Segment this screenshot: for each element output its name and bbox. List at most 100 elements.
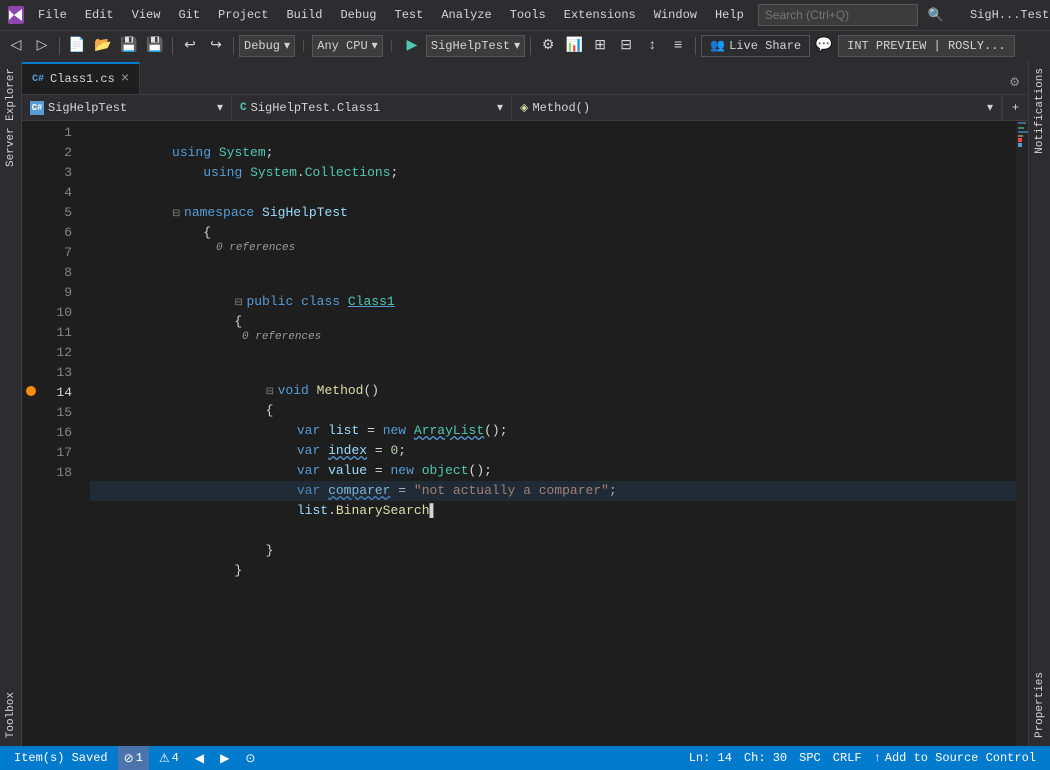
menu-test[interactable]: Test xyxy=(387,4,432,26)
error-icon: ⊘ xyxy=(124,751,134,766)
toolbar: ◁ ▷ 📄 📂 💾 💾 ↩ ↪ Debug ▾ | Any CPU ▾ | ▶ … xyxy=(0,30,1050,60)
menu-extensions[interactable]: Extensions xyxy=(556,4,644,26)
status-right: Ln: 14 Ch: 30 SPC CRLF ↑ Add to Source C… xyxy=(683,751,1042,765)
linenum-7: 7 xyxy=(40,243,82,263)
class-dropdown[interactable]: C SigHelpTest.Class1 ▾ xyxy=(232,95,512,120)
sidebar-notifications[interactable]: Notifications xyxy=(1030,60,1050,162)
live-share-button[interactable]: 👥 Live Share xyxy=(701,35,810,57)
status-errors[interactable]: ⊘ 1 xyxy=(118,746,149,770)
tab-bar: C# Class1.cs × ⚙ xyxy=(22,60,1028,95)
play-icon: ▶ xyxy=(400,34,424,58)
char-text: Ch: 30 xyxy=(744,751,787,765)
status-line-ending[interactable]: CRLF xyxy=(827,751,868,765)
forward-button[interactable]: ▷ xyxy=(30,34,54,58)
code-line-10: var list = new ArrayList(); xyxy=(90,401,1016,421)
margin-7 xyxy=(22,241,40,261)
toolbar-btn4[interactable]: ⊟ xyxy=(614,34,638,58)
code-line-17: } xyxy=(90,541,1016,561)
linenum-12: 12 xyxy=(40,343,82,363)
undo-button[interactable]: ↩ xyxy=(178,34,202,58)
nav-forward-button[interactable]: ▶ xyxy=(214,746,235,770)
menu-git[interactable]: Git xyxy=(170,4,208,26)
run-target-dropdown[interactable]: SigHelpTest ▾ xyxy=(426,35,525,57)
margin-9 xyxy=(22,281,40,301)
linenum-11: 11 xyxy=(40,323,82,343)
save-all-button[interactable]: 💾 xyxy=(143,34,167,58)
minimap-line-2 xyxy=(1018,127,1024,129)
menu-file[interactable]: File xyxy=(30,4,75,26)
status-nav-extra[interactable]: ⊙ xyxy=(239,746,261,770)
add-to-source-control-button[interactable]: ↑ Add to Source Control xyxy=(868,751,1042,765)
menu-help[interactable]: Help xyxy=(707,4,752,26)
save-button[interactable]: 💾 xyxy=(117,34,141,58)
menu-debug[interactable]: Debug xyxy=(332,4,384,26)
toolbar-btn6[interactable]: ≡ xyxy=(666,34,690,58)
menu-analyze[interactable]: Analyze xyxy=(433,4,499,26)
platform-dropdown[interactable]: Any CPU ▾ xyxy=(312,35,382,57)
code-line-7: { xyxy=(90,292,1016,312)
left-sidebar: Server Explorer Toolbox xyxy=(0,60,22,746)
nav-back-button[interactable]: ◀ xyxy=(189,746,210,770)
linenum-17: 17 xyxy=(40,443,82,463)
status-space[interactable]: SPC xyxy=(793,751,827,765)
tab-class1[interactable]: C# Class1.cs × xyxy=(22,62,140,94)
status-saved[interactable]: Item(s) Saved xyxy=(8,751,114,765)
linenum-2: 2 xyxy=(40,143,82,163)
line-text: Ln: 14 xyxy=(689,751,732,765)
menu-view[interactable]: View xyxy=(124,4,169,26)
toolbar-btn3[interactable]: ⊞ xyxy=(588,34,612,58)
space-text: SPC xyxy=(799,751,821,765)
int-preview-button[interactable]: INT PREVIEW | ROSLY... xyxy=(838,35,1014,57)
menu-build[interactable]: Build xyxy=(278,4,330,26)
line-numbers: 1 2 3 4 5 6 7 8 9 10 11 12 13 14 15 16 1… xyxy=(40,121,90,746)
menu-tools[interactable]: Tools xyxy=(502,4,554,26)
code-line-4: ⊟namespace SigHelpTest xyxy=(90,183,1016,203)
redo-button[interactable]: ↪ xyxy=(204,34,228,58)
status-line[interactable]: Ln: 14 xyxy=(683,751,738,765)
menu-project[interactable]: Project xyxy=(210,4,276,26)
linenum-13: 13 xyxy=(40,363,82,383)
code-line-9: { xyxy=(90,381,1016,401)
toolbar-feedback[interactable]: 💬 xyxy=(812,34,836,58)
status-warnings[interactable]: ⚠ 4 xyxy=(153,746,185,770)
linenum-14: 14 xyxy=(40,383,82,403)
open-file-button[interactable]: 📂 xyxy=(91,34,115,58)
sidebar-properties[interactable]: Properties xyxy=(1030,664,1050,746)
new-file-button[interactable]: 📄 xyxy=(65,34,89,58)
sep4: | xyxy=(300,39,307,53)
code-line-15 xyxy=(90,501,1016,521)
sidebar-server-explorer[interactable]: Server Explorer xyxy=(1,60,21,175)
code-line-18 xyxy=(90,561,1016,581)
namespace-label: SigHelpTest xyxy=(48,101,127,115)
source-control-label: Add to Source Control xyxy=(885,751,1036,765)
code-line-12: var value = new object(); xyxy=(90,441,1016,461)
left-margin xyxy=(22,121,40,746)
search-input[interactable] xyxy=(758,4,918,26)
nav-add-button[interactable]: + xyxy=(1002,95,1028,121)
tab-settings-button[interactable]: ⚙ xyxy=(1001,71,1028,94)
debug-config-dropdown[interactable]: Debug ▾ xyxy=(239,35,295,57)
sep1 xyxy=(59,37,60,55)
code-line-11: var index = 0; xyxy=(90,421,1016,441)
linenum-5: 5 xyxy=(40,203,82,223)
code-line-6-refs: 0 references xyxy=(90,223,1016,272)
sep5: | xyxy=(388,39,395,53)
status-char[interactable]: Ch: 30 xyxy=(738,751,793,765)
tab-title: Class1.cs xyxy=(50,72,115,86)
tab-close-button[interactable]: × xyxy=(121,72,129,86)
back-button[interactable]: ◁ xyxy=(4,34,28,58)
code-editor[interactable]: 1 2 3 4 5 6 7 8 9 10 11 12 13 14 15 16 1… xyxy=(22,121,1028,746)
code-line-14: list.BinarySearch▌ xyxy=(90,481,1016,501)
namespace-dropdown[interactable]: C# SigHelpTest ▾ xyxy=(22,95,232,120)
sidebar-toolbox[interactable]: Toolbox xyxy=(1,684,21,746)
code-line-1: using System; xyxy=(90,123,1016,143)
toolbar-btn5[interactable]: ↕ xyxy=(640,34,664,58)
code-content[interactable]: using System; using System.Collections; … xyxy=(90,121,1016,746)
toolbar-btn1[interactable]: ⚙ xyxy=(536,34,560,58)
menu-window[interactable]: Window xyxy=(646,4,705,26)
vertical-scrollbar[interactable] xyxy=(1016,121,1028,746)
margin-1 xyxy=(22,121,40,141)
method-dropdown[interactable]: ◈ Method() ▾ xyxy=(512,95,1002,120)
toolbar-btn2[interactable]: 📊 xyxy=(562,34,586,58)
menu-edit[interactable]: Edit xyxy=(77,4,122,26)
